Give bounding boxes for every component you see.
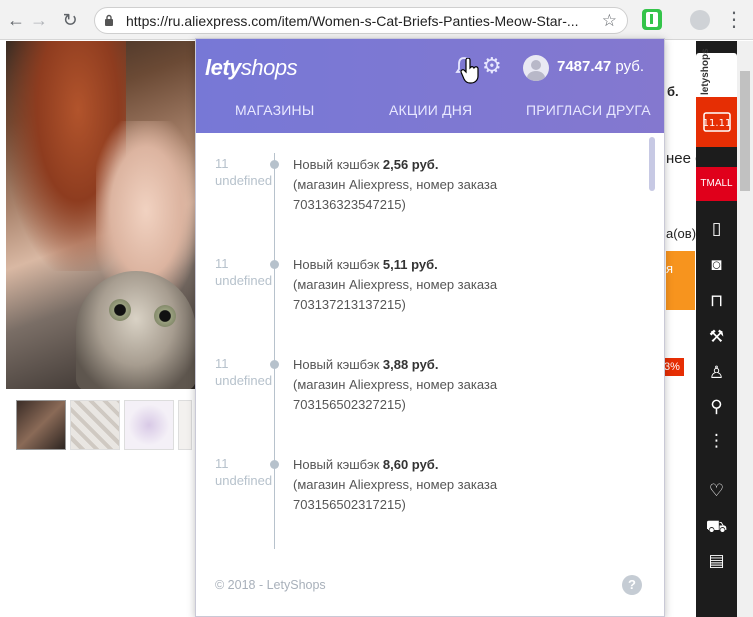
- lock-icon: [105, 14, 113, 26]
- letyshops-popup: letyshops ⚙ 7487.47 руб. МАГАЗИНЫ АКЦИИ …: [195, 38, 665, 617]
- back-button[interactable]: ←: [4, 8, 28, 32]
- help-icon[interactable]: ?: [622, 575, 642, 595]
- popup-footer: © 2018 - LetyShops: [215, 578, 326, 592]
- thumbnail[interactable]: [16, 400, 66, 450]
- timeline-dot: [270, 260, 279, 269]
- tab-invite-friend[interactable]: ПРИГЛАСИ ДРУГА: [526, 102, 651, 118]
- star-icon[interactable]: ☆: [602, 11, 617, 31]
- notification-text: Новый кэшбэк 2,56 руб. (магазин Aliexpre…: [293, 157, 498, 212]
- tools-icon[interactable]: ⚒: [696, 327, 737, 347]
- clipboard-icon[interactable]: ▤: [696, 551, 737, 571]
- mirror-icon[interactable]: ⚲: [696, 397, 737, 417]
- notification-feed[interactable]: 11 undefined Новый кэшбэк 2,56 руб. (мага…: [196, 133, 664, 553]
- notification-item: 11 undefined Новый кэшбэк 2,56 руб. (мага…: [196, 155, 664, 225]
- phone-icon[interactable]: ▯: [696, 219, 737, 239]
- aliexpress-sidebar: letyshops 11.11 TMALL ▯ ◙ ⊓ ⚒ ♙ ⚲ ⋮ ♡ ⛟ …: [696, 41, 737, 617]
- discount-badge: 3%: [662, 358, 684, 376]
- thumbnail[interactable]: [178, 400, 192, 450]
- forward-button[interactable]: →: [27, 8, 51, 32]
- timeline-dot: [270, 160, 279, 169]
- popup-header: letyshops ⚙ 7487.47 руб. МАГАЗИНЫ АКЦИИ …: [196, 39, 664, 133]
- hand-cursor-icon: [460, 58, 479, 84]
- more-icon[interactable]: ⋮: [696, 431, 737, 451]
- browser-toolbar: ← → ↻ https://ru.aliexpress.com/item/Wom…: [0, 0, 753, 40]
- url-text: https://ru.aliexpress.com/item/Women-s-C…: [126, 13, 579, 29]
- notification-date: 11 undefined: [215, 356, 273, 388]
- tmall-banner[interactable]: TMALL: [696, 167, 737, 201]
- cart-icon[interactable]: ⛟: [696, 517, 737, 539]
- heart-icon[interactable]: ♡: [696, 481, 737, 501]
- page-fragment: а(ов): [666, 226, 697, 241]
- sale-11-11-icon: 11.11: [703, 112, 732, 132]
- notification-text: Новый кэшбэк 8,60 руб. (магазин Aliexpre…: [293, 457, 498, 512]
- tab-stores[interactable]: МАГАЗИНЫ: [235, 102, 314, 118]
- avatar-icon[interactable]: [523, 55, 549, 81]
- dress-icon[interactable]: ♙: [696, 363, 737, 383]
- camera-icon[interactable]: ◙: [696, 255, 737, 275]
- thumbnail[interactable]: [124, 400, 174, 450]
- browser-menu-button[interactable]: ⋮: [724, 8, 744, 32]
- svg-text:11.11: 11.11: [703, 118, 732, 129]
- profile-icon[interactable]: [690, 10, 710, 30]
- notification-text: Новый кэшбэк 5,11 руб. (магазин Aliexpre…: [293, 257, 498, 312]
- letyshops-extension-icon[interactable]: [642, 9, 662, 30]
- gear-icon[interactable]: ⚙: [482, 55, 504, 77]
- thumbnail[interactable]: [70, 400, 120, 450]
- letyshops-logo[interactable]: letyshops: [205, 55, 298, 81]
- notification-date: 11 undefined: [215, 256, 273, 288]
- product-photo[interactable]: [6, 41, 196, 389]
- timeline-dot: [270, 360, 279, 369]
- notification-date: 11 undefined: [215, 456, 273, 488]
- notification-date: 11 undefined: [215, 156, 273, 188]
- cashback-balance: 7487.47 руб.: [557, 58, 645, 75]
- notification-text: Новый кэшбэк 3,88 руб. (магазин Aliexpre…: [293, 357, 498, 412]
- page-scrollbar[interactable]: [737, 41, 753, 617]
- tab-daily-deals[interactable]: АКЦИИ ДНЯ: [389, 102, 472, 118]
- reload-button[interactable]: ↻: [58, 8, 82, 32]
- notification-item: 11 undefined Новый кэшбэк 3,88 руб. (мага…: [196, 355, 664, 425]
- notification-item: 11 undefined Новый кэшбэк 5,11 руб. (мага…: [196, 255, 664, 325]
- timeline-dot: [270, 460, 279, 469]
- address-bar[interactable]: https://ru.aliexpress.com/item/Women-s-C…: [94, 7, 628, 34]
- notification-item: 11 undefined Новый кэшбэк 8,60 руб. (мага…: [196, 455, 664, 525]
- furniture-icon[interactable]: ⊓: [696, 291, 737, 311]
- buy-button-fragment[interactable]: я: [666, 251, 695, 310]
- page-fragment: б.: [667, 84, 679, 99]
- sale-banner[interactable]: 11.11: [696, 97, 737, 147]
